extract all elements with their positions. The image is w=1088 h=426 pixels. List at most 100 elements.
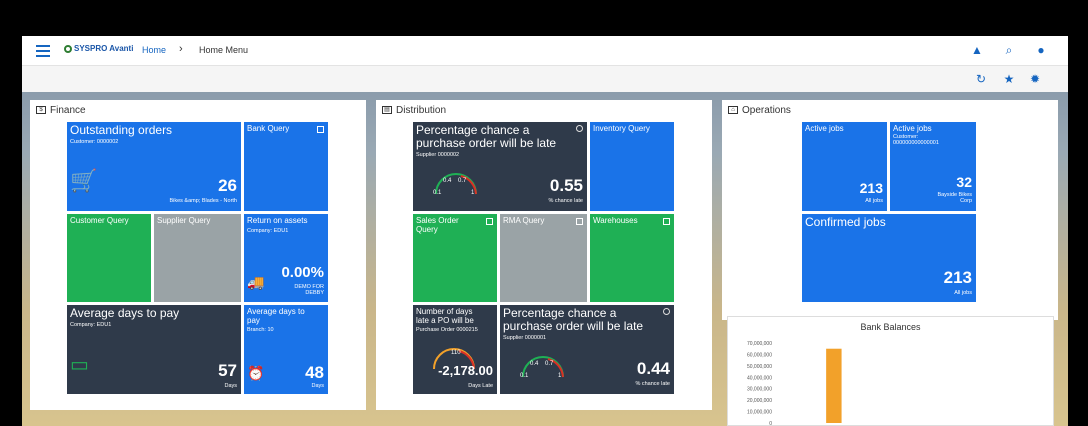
gauge-label: 0.7 [545,361,554,367]
tile-subtitle: Customer: 0000002 [70,139,119,145]
average-days-to-pay-tile[interactable]: Average days to pay Company: EDU1 ▭ 57 D… [67,305,241,394]
tile-title: late a PO will be [416,316,474,325]
outstanding-orders-tile[interactable]: Outstanding orders Customer: 0000002 🛒 2… [67,122,241,211]
tile-subtitle: Company: EDU1 [70,322,112,328]
days-late-tile[interactable]: Number of days late a PO will be Purchas… [413,305,497,394]
gauge-label: 0.4 [443,178,452,184]
monitor-icon: ▭ [70,354,89,376]
tile-title: Number of days [416,307,473,316]
gauge-label: 0.1 [520,373,529,379]
bell-icon[interactable]: ▲ [970,43,984,57]
tile-title: Customer Query [70,216,129,225]
gauge-label: 110 [451,350,461,356]
tile-label: Days [224,383,237,389]
star-icon[interactable]: ★ [1002,72,1016,86]
active-jobs-tile-1[interactable]: Active jobs 213 All jobs [802,122,887,211]
tile-title: RMA Query [503,216,545,225]
tile-subtitle: Branch: 10 [247,327,274,333]
bank-query-tile[interactable]: Bank Query [244,122,328,211]
tile-label: Days [311,383,324,389]
tile-title: Bank Query [247,124,290,133]
active-jobs-tile-2[interactable]: Active jobs Customer: 000000000000001 32… [890,122,976,211]
finance-title: $ Finance [36,105,86,116]
tile-subtitle: Purchase Order 0000215 [416,327,478,333]
top-bar: SYSPRO Avanti Home › Home Menu ▲ ⌕ ● [22,36,1068,66]
gauge-label: 0.1 [433,190,442,196]
bank-icon: ⌂ [728,106,738,115]
tile-value: 0.44 [636,359,670,378]
user-icon[interactable]: ● [1034,43,1048,57]
pin-icon[interactable] [663,218,670,225]
average-days-small-tile[interactable]: Average days to pay Branch: 10 ⏰ 48 Days [244,305,328,394]
tile-value: 26 [218,176,237,195]
gauge-label: 0.7 [458,178,467,184]
confirmed-jobs-tile[interactable]: Confirmed jobs 213 All jobs [802,214,976,302]
tile-title: purchase order will be late [416,136,557,150]
tile-title: Confirmed jobs [805,215,886,229]
finance-panel: $ Finance Outstanding orders Customer: 00… [30,100,366,410]
finance-icon: $ [36,106,46,115]
pin-icon[interactable] [317,126,324,133]
operations-panel: ⌂ Operations Active jobs 213 All jobs Act… [722,100,1058,320]
truck-icon: 🚚 [247,274,265,290]
pct-late-tile-1[interactable]: Percentage chance a purchase order will … [413,122,587,211]
tile-title: Active jobs [805,124,844,133]
bar [826,348,842,423]
supplier-query-tile[interactable]: Supplier Query [154,214,241,302]
tile-label: % chance late [635,381,670,387]
tile-title: Average days to pay [70,306,180,320]
y-tick-label: 30,000,000 [747,387,772,393]
tile-label: DEBBY [305,290,324,296]
search-icon[interactable]: ⌕ [1002,43,1016,57]
tile-subtitle: Supplier 0000001 [503,335,547,341]
gear-icon[interactable]: ✹ [1028,72,1042,86]
inventory-query-tile[interactable]: Inventory Query [590,122,674,211]
operations-title: ⌂ Operations [728,105,791,116]
gear-icon[interactable] [576,125,583,132]
tile-label: All jobs [954,290,972,296]
distribution-title: ▤ Distribution [382,105,446,116]
alarm-icon: ⏰ [247,365,265,381]
rma-query-tile[interactable]: RMA Query [500,214,587,302]
tile-title: purchase order will be late [503,319,644,333]
tile-label: Bikes &amp; Blades - North [169,198,237,204]
tile-subtitle: Company: EDU1 [247,228,289,234]
sales-order-query-tile[interactable]: Sales Order Query [413,214,497,302]
tile-value: 213 [943,268,972,287]
y-tick-label: 70,000,000 [747,341,772,347]
pct-late-tile-2[interactable]: Percentage chance a purchase order will … [500,305,674,394]
return-on-assets-tile[interactable]: Return on assets Company: EDU1 0.00% DEM… [244,214,328,302]
syspro-logo: SYSPRO Avanti [64,44,133,53]
breadcrumb-home[interactable]: Home [142,45,166,55]
tile-label: All jobs [865,198,883,204]
tile-label: % chance late [548,198,583,204]
warehouses-tile[interactable]: Warehouses [590,214,674,302]
tile-value: 0.55 [549,176,583,195]
tile-subtitle: Supplier 0000002 [416,152,460,158]
gear-icon[interactable] [663,308,670,315]
bank-balances-chart: Bank Balances 70,000,000 60,000,000 50,000… [727,316,1054,426]
tile-title: Warehouses [593,216,638,225]
y-tick-label: 60,000,000 [747,352,772,358]
tile-title: Average days to [247,307,305,316]
refresh-icon[interactable]: ↻ [974,72,988,86]
tile-title: pay [247,316,260,325]
tile-label: Days Late [468,383,493,389]
hamburger-icon[interactable] [36,45,50,57]
printer-icon: ▤ [382,106,392,115]
tile-value: 213 [859,180,883,196]
pin-icon[interactable] [486,218,493,225]
breadcrumb-current: Home Menu [199,45,249,55]
customer-query-tile[interactable]: Customer Query [67,214,151,302]
pin-icon[interactable] [576,218,583,225]
tile-subtitle: 000000000000001 [893,140,939,146]
tile-title: Outstanding orders [70,123,173,137]
y-tick-label: 50,000,000 [747,364,772,370]
chart-svg: 70,000,000 60,000,000 50,000,000 40,000,000… [747,341,842,425]
tile-title: Sales Order [416,216,459,225]
gauge-label: 1 [558,373,562,379]
tile-value: 0.00% [281,264,324,281]
tile-title: Query [416,225,438,234]
chevron-right-icon: › [179,43,183,55]
tile-title: Active jobs [893,124,932,133]
